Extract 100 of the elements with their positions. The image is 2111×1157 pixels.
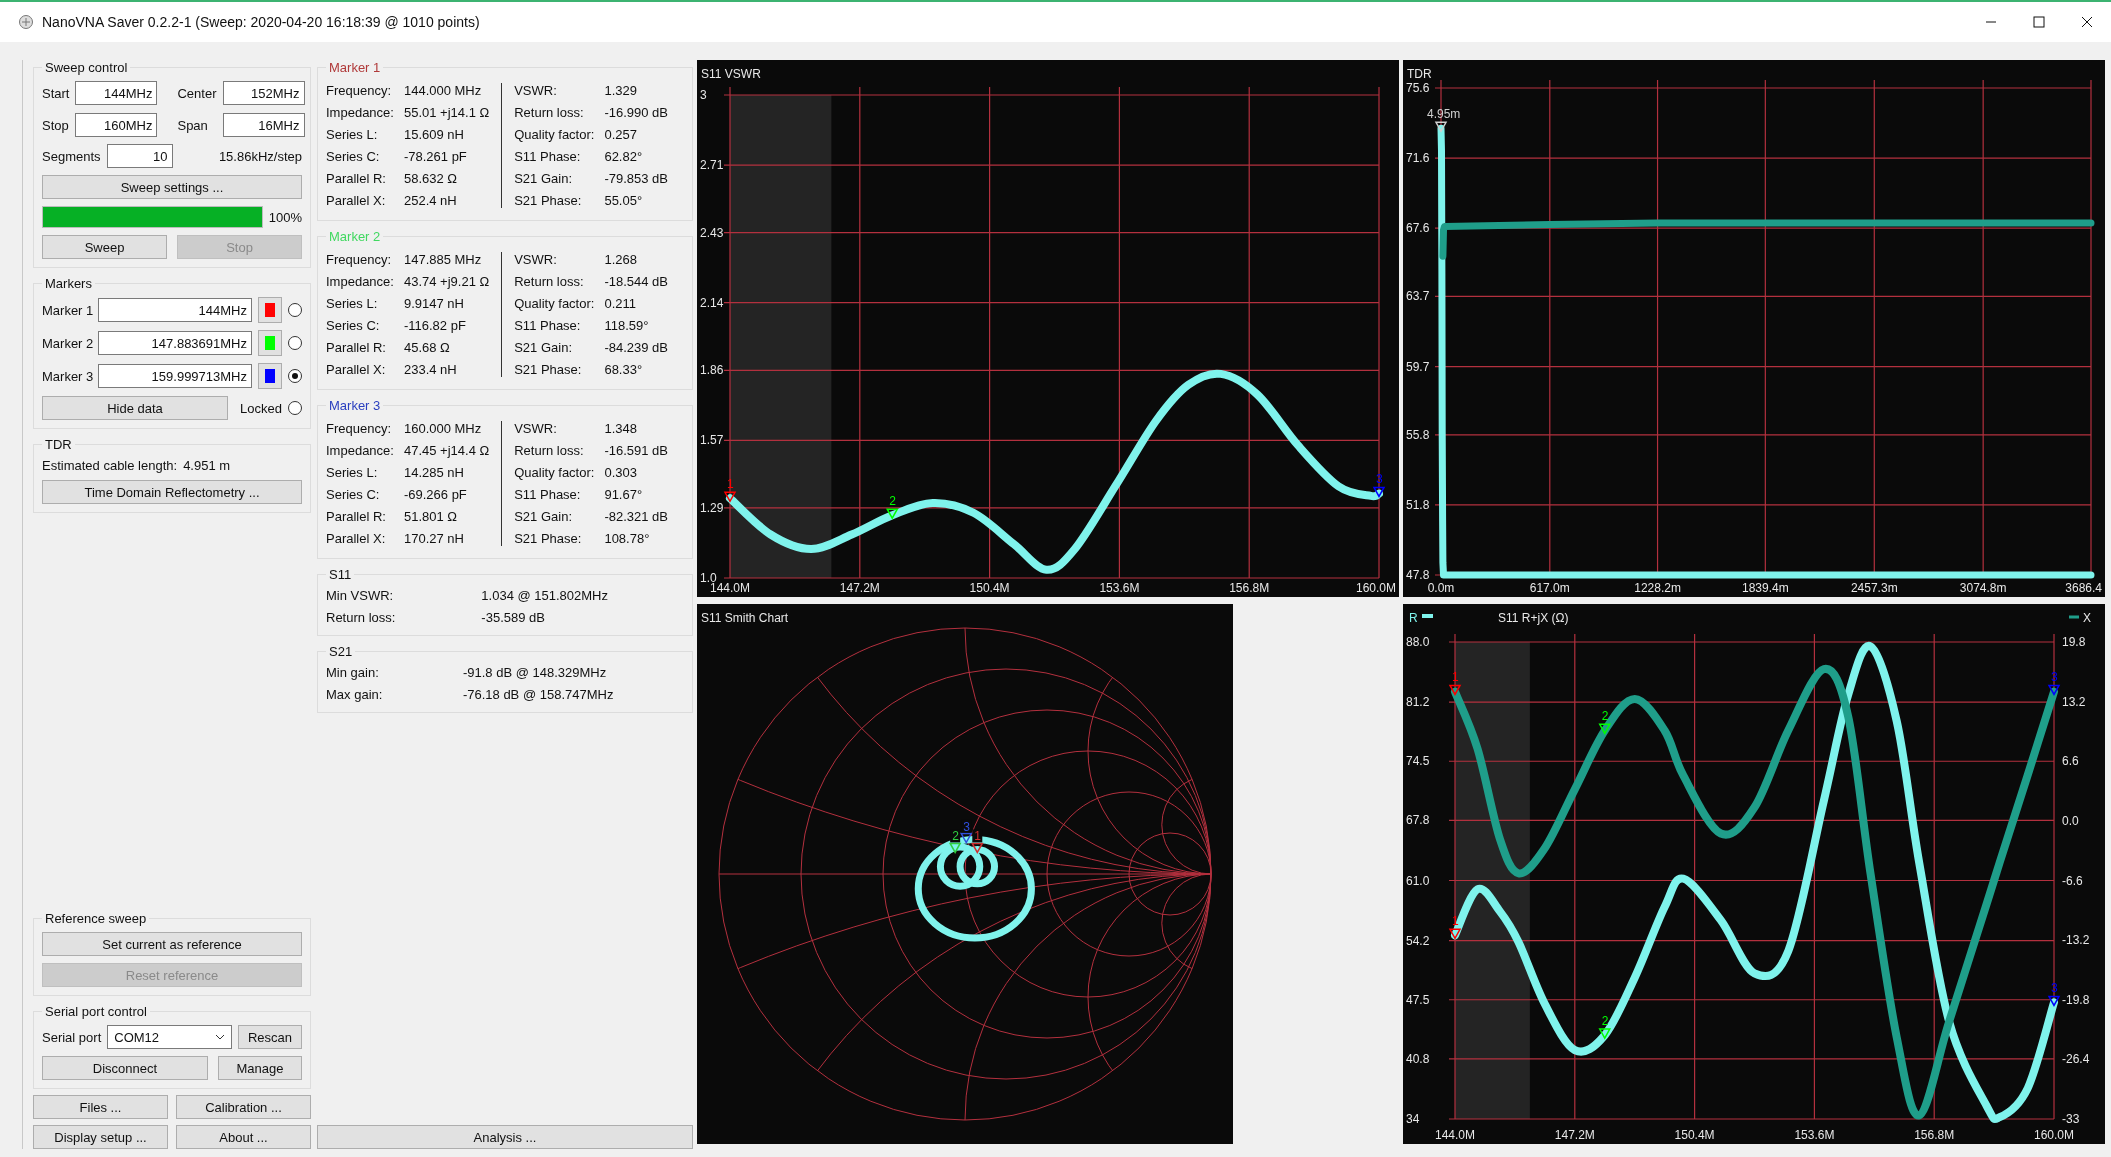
marker-radio[interactable] [288,336,302,350]
serial-port-select[interactable]: COM12 [107,1025,232,1049]
data-label: Impedance: [326,274,394,289]
marker-flag: 1 [971,829,984,854]
annotation: 1 [1452,670,1459,685]
marker-flag: 2 [1598,1014,1612,1040]
x-tick-label: 147.2M [1554,1128,1595,1142]
marker-radio[interactable] [288,369,302,383]
data-label: VSWR: [514,252,558,267]
marker-label: Marker 3 [42,368,92,384]
cable-length-value: 4.951 m [183,458,231,473]
connection-button[interactable]: Disconnect [42,1056,208,1080]
x-tick-label: 3686.4 [2065,581,2102,595]
marker-radio[interactable] [288,303,302,317]
legend-item: X [2069,611,2091,625]
marker-frequency-field[interactable]: 159.999713MHz [98,364,252,388]
rescan-button[interactable]: Rescan [238,1025,302,1049]
data-value: 43.74 +j9.21 Ω [403,274,490,289]
data-value: 0.211 [604,296,637,311]
hide-data-button[interactable]: Hide data [42,396,228,420]
segments-field[interactable]: 10 [106,144,173,168]
sweep-settings-button[interactable]: Sweep settings ... [42,175,302,199]
data-label: Quality factor: [514,296,595,311]
marker-color-button[interactable] [258,330,282,356]
y-tick-label: 0.0 [2062,813,2079,828]
marker-flag: 3 [1372,472,1386,499]
y-tick-label: 81.2 [1406,695,1430,710]
y-tick-label: 67.6 [1406,221,1430,236]
y-tick-label: 63.7 [1406,289,1430,304]
chart-title: S11 Smith Chart [701,611,789,625]
maximize-icon[interactable] [2033,16,2045,28]
x-tick-label: 153.6M [1099,581,1140,595]
annotation: 1 [1452,914,1459,929]
reference-button[interactable]: Set current as reference [42,932,302,956]
x-tick-label: 0.0m [1427,581,1455,595]
frequency-field[interactable]: 16MHz [222,113,305,137]
annotation: 3 [2051,981,2058,996]
y-tick-label: 3 [700,88,707,102]
marker-color-button[interactable] [258,363,282,389]
data-label: S21 Gain: [514,340,574,355]
data-label: Series C: [326,487,381,502]
marker-frequency-field[interactable]: 147.883691MHz [98,331,252,355]
frequency-field[interactable]: 152MHz [222,81,305,105]
y-tick-label: 13.2 [2062,694,2086,709]
data-value: 68.33° [604,362,644,377]
analysis-button[interactable]: Analysis ... [317,1125,693,1149]
data-label: Min gain: [326,665,380,680]
data-label: Max gain: [326,687,384,702]
data-label: Series L: [326,127,379,142]
frequency-field[interactable]: 160MHz [75,113,158,137]
data-label: S21 Phase: [514,362,583,377]
data-value: -84.239 dB [604,340,668,355]
data-value: 62.82° [604,149,644,164]
marker-flag: 2 [885,494,899,520]
x-tick-label: 153.6M [1794,1128,1835,1142]
y-tick-label: 6.6 [2062,754,2079,769]
frequency-field[interactable]: 144MHz [75,81,158,105]
marker-color-button[interactable] [258,297,282,323]
y-tick-label: -26.4 [2062,1052,2090,1067]
sweep-action-button[interactable]: Sweep [42,235,167,259]
data-label: Parallel X: [326,193,387,208]
marker-flag: 1 [1448,914,1462,940]
data-value: -69.266 pF [403,487,468,502]
marker-flag: 1 [1448,670,1462,696]
x-tick-label: 150.4M [969,581,1010,595]
chart-title: S11 VSWR [701,67,761,81]
y-tick-label: 2.71 [700,158,724,173]
annotation: 3 [2051,670,2058,685]
data-label: Return loss: [514,443,585,458]
data-label: S11 Phase: [514,318,582,333]
data-label: Frequency: [326,252,393,267]
calibration-button[interactable]: Calibration ... [176,1095,311,1119]
data-value: -35.589 dB [481,610,546,625]
x-tick-label: 150.4M [1674,1128,1715,1142]
y-tick-label: 67.8 [1406,813,1430,828]
data-label: Parallel R: [326,171,387,186]
y-tick-label: 2.43 [700,225,724,240]
data-label: S11 Phase: [514,149,582,164]
y-tick-label: 1.29 [700,500,724,515]
annotation: 4.95m [1427,107,1461,122]
annotation: 3 [1376,472,1383,487]
y-tick-label: 47.8 [1406,568,1430,582]
files-button[interactable]: Files ... [33,1095,168,1119]
close-icon[interactable] [2081,16,2093,28]
data-value: 55.01 +j14.1 Ω [403,105,490,120]
about-button[interactable]: About ... [176,1125,311,1149]
manage-button[interactable]: Manage [218,1056,302,1080]
x-tick-label: 160.0M [2034,1128,2074,1142]
display-setup-button[interactable]: Display setup ... [33,1125,168,1149]
data-value: -16.990 dB [604,105,668,120]
marker-frequency-field[interactable]: 144MHz [98,298,252,322]
data-label: Parallel X: [326,531,387,546]
locked-radio[interactable] [288,401,302,415]
y-tick-label: 61.0 [1406,873,1430,888]
y-tick-label: 47.5 [1406,992,1430,1007]
tdr-button[interactable]: Time Domain Reflectometry ... [42,480,302,504]
field-label: Start [42,85,70,101]
data-label: Return loss: [326,610,397,625]
data-label: Quality factor: [514,465,595,480]
data-value: -82.321 dB [604,509,668,524]
